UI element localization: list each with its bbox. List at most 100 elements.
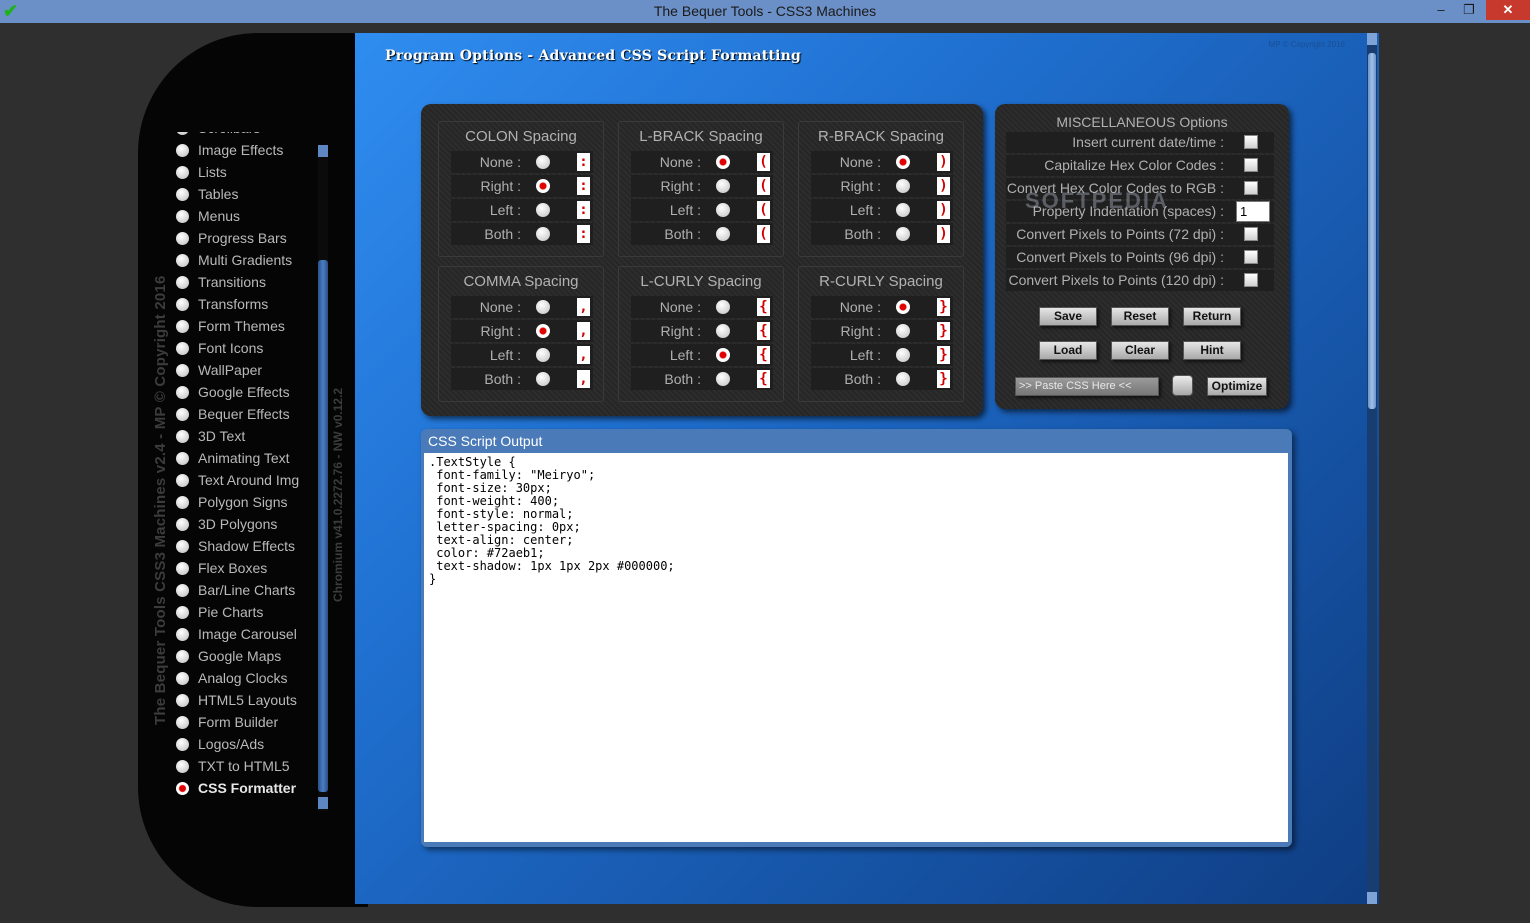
spacing-radio-button[interactable] (716, 155, 730, 169)
indentation-input[interactable]: 1 (1236, 201, 1270, 222)
spacing-radio-button[interactable] (536, 348, 550, 362)
optimize-button[interactable]: Optimize (1207, 377, 1267, 396)
main-scrollbar-thumb[interactable] (1368, 53, 1376, 409)
hint-button[interactable]: Hint (1183, 341, 1241, 360)
sidebar-radio-icon[interactable] (176, 143, 189, 157)
sidebar-radio-icon[interactable] (176, 231, 189, 245)
spacing-radio-button[interactable] (896, 179, 910, 193)
misc-option-checkbox[interactable] (1244, 181, 1258, 195)
main-scrollbar-track[interactable] (1367, 33, 1377, 904)
sidebar-item-transitions[interactable]: Transitions (170, 271, 266, 293)
misc-option-checkbox[interactable] (1244, 273, 1258, 287)
spacing-radio-button[interactable] (536, 203, 550, 217)
spacing-radio-button[interactable] (896, 300, 910, 314)
sidebar-radio-icon[interactable] (176, 187, 189, 201)
spacing-radio-button[interactable] (536, 179, 550, 193)
sidebar-radio-icon[interactable] (176, 495, 189, 509)
sidebar-item-transforms[interactable]: Transforms (170, 293, 268, 315)
sidebar-item-animating-text[interactable]: Animating Text (170, 447, 290, 469)
spacing-radio-button[interactable] (536, 227, 550, 241)
sidebar-radio-icon[interactable] (176, 473, 189, 487)
color-swatch-button[interactable] (1172, 375, 1193, 396)
spacing-radio-button[interactable] (896, 227, 910, 241)
sidebar-item-analog-clocks[interactable]: Analog Clocks (170, 667, 288, 689)
sidebar-radio-icon[interactable] (176, 649, 189, 663)
sidebar-item-css-formatter[interactable]: CSS Formatter (170, 777, 296, 799)
close-button[interactable]: ✕ (1486, 0, 1530, 20)
minimize-button[interactable]: – (1427, 0, 1455, 20)
sidebar-item-multi-gradients[interactable]: Multi Gradients (170, 249, 292, 271)
spacing-radio-button[interactable] (716, 179, 730, 193)
sidebar-radio-icon[interactable] (176, 517, 189, 531)
sidebar-item-3d-text[interactable]: 3D Text (170, 425, 245, 447)
sidebar-radio-icon[interactable] (176, 297, 189, 311)
sidebar-item-google-effects[interactable]: Google Effects (170, 381, 290, 403)
sidebar-item-pie-charts[interactable]: Pie Charts (170, 601, 263, 623)
sidebar-radio-icon[interactable] (176, 693, 189, 707)
sidebar-radio-icon[interactable] (176, 451, 189, 465)
sidebar-radio-icon[interactable] (176, 539, 189, 553)
main-scroll-up-arrow[interactable] (1367, 33, 1377, 45)
spacing-radio-button[interactable] (896, 324, 910, 338)
sidebar-item-google-maps[interactable]: Google Maps (170, 645, 281, 667)
save-button[interactable]: Save (1039, 307, 1097, 326)
sidebar-radio-icon[interactable] (176, 209, 189, 223)
sidebar-item-html5-layouts[interactable]: HTML5 Layouts (170, 689, 297, 711)
misc-option-checkbox[interactable] (1244, 135, 1258, 149)
sidebar-radio-icon[interactable] (176, 715, 189, 729)
sidebar-scroll-up-arrow[interactable] (318, 145, 328, 157)
spacing-radio-button[interactable] (716, 227, 730, 241)
clear-button[interactable]: Clear (1111, 341, 1169, 360)
sidebar-radio-icon[interactable] (176, 407, 189, 421)
sidebar-radio-icon[interactable] (176, 319, 189, 333)
sidebar-radio-icon[interactable] (176, 132, 189, 135)
sidebar-scrollbar-thumb[interactable] (318, 260, 328, 792)
sidebar-radio-icon[interactable] (176, 627, 189, 641)
spacing-radio-button[interactable] (536, 300, 550, 314)
paste-css-input[interactable]: >> Paste CSS Here << (1015, 377, 1159, 396)
sidebar-radio-icon[interactable] (176, 275, 189, 289)
sidebar-radio-icon[interactable] (176, 583, 189, 597)
spacing-radio-button[interactable] (536, 324, 550, 338)
sidebar-radio-icon[interactable] (176, 605, 189, 619)
sidebar-radio-icon[interactable] (176, 759, 189, 773)
sidebar-item-image-effects[interactable]: Image Effects (170, 139, 283, 161)
spacing-radio-button[interactable] (716, 372, 730, 386)
sidebar-item-form-builder[interactable]: Form Builder (170, 711, 278, 733)
sidebar-item-logos-ads[interactable]: Logos/Ads (170, 733, 264, 755)
spacing-radio-button[interactable] (536, 155, 550, 169)
sidebar-item-3d-polygons[interactable]: 3D Polygons (170, 513, 277, 535)
spacing-radio-button[interactable] (716, 324, 730, 338)
misc-option-checkbox[interactable] (1244, 250, 1258, 264)
sidebar-item-form-themes[interactable]: Form Themes (170, 315, 285, 337)
sidebar-item-wallpaper[interactable]: WallPaper (170, 359, 262, 381)
spacing-radio-button[interactable] (716, 300, 730, 314)
spacing-radio-button[interactable] (716, 203, 730, 217)
spacing-radio-button[interactable] (896, 348, 910, 362)
sidebar-item-menus[interactable]: Menus (170, 205, 240, 227)
css-output-textarea[interactable]: .TextStyle { font-family: "Meiryo"; font… (424, 453, 1288, 842)
return-button[interactable]: Return (1183, 307, 1241, 326)
spacing-radio-button[interactable] (896, 372, 910, 386)
sidebar-radio-icon[interactable] (176, 165, 189, 179)
sidebar-radio-icon[interactable] (176, 341, 189, 355)
spacing-radio-button[interactable] (896, 203, 910, 217)
spacing-radio-button[interactable] (536, 372, 550, 386)
sidebar-radio-icon[interactable] (176, 429, 189, 443)
sidebar-item-progress-bars[interactable]: Progress Bars (170, 227, 287, 249)
sidebar-item-bequer-effects[interactable]: Bequer Effects (170, 403, 290, 425)
sidebar-item-image-carousel[interactable]: Image Carousel (170, 623, 297, 645)
sidebar-radio-icon[interactable] (176, 671, 189, 685)
sidebar-scroll-down-arrow[interactable] (318, 797, 328, 809)
sidebar-item-polygon-signs[interactable]: Polygon Signs (170, 491, 288, 513)
sidebar-item-txt-to-html5[interactable]: TXT to HTML5 (170, 755, 290, 777)
load-button[interactable]: Load (1039, 341, 1097, 360)
sidebar-radio-icon[interactable] (176, 781, 189, 795)
spacing-radio-button[interactable] (716, 348, 730, 362)
misc-option-checkbox[interactable] (1244, 158, 1258, 172)
sidebar-radio-icon[interactable] (176, 385, 189, 399)
sidebar-item-scrollbars[interactable]: Scrollbars (170, 132, 260, 139)
sidebar-item-bar-line-charts[interactable]: Bar/Line Charts (170, 579, 295, 601)
sidebar-radio-icon[interactable] (176, 737, 189, 751)
sidebar-radio-icon[interactable] (176, 253, 189, 267)
